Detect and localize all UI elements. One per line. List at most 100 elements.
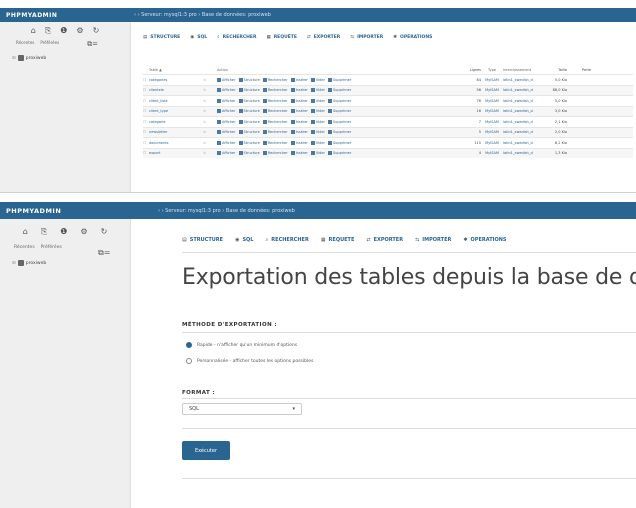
tab-query[interactable]: ▦ REQUÊTE: [321, 237, 355, 243]
favorite-icon[interactable]: ☆: [203, 99, 217, 103]
favorite-icon[interactable]: ☆: [203, 151, 217, 155]
action-2[interactable]: Rechercher: [262, 119, 288, 124]
action-5[interactable]: Supprimer: [327, 77, 351, 82]
radio-quick[interactable]: Rapide - n'afficher qu'un minimum d'opti…: [186, 342, 297, 348]
logout-icon[interactable]: ⎘: [45, 26, 51, 36]
action-0[interactable]: Afficher: [217, 119, 236, 124]
action-4[interactable]: Vider: [310, 77, 325, 82]
action-1[interactable]: Structure: [238, 119, 260, 124]
radio-custom[interactable]: Personnalisée - afficher toutes les opti…: [186, 358, 313, 364]
table-row[interactable]: ☐ client_liste ☆ Afficher Structure Recherche…: [143, 95, 633, 106]
action-4[interactable]: Vider: [310, 140, 325, 145]
tab-sql[interactable]: ◉ SQL: [190, 35, 207, 40]
action-5[interactable]: Supprimer: [327, 88, 351, 93]
radio-button[interactable]: [186, 358, 192, 364]
tree-item-db[interactable]: ⊞ proxiweb: [0, 260, 130, 266]
favorites-link[interactable]: Préférées: [41, 245, 62, 250]
recent-link[interactable]: Récentes: [14, 245, 35, 250]
action-3[interactable]: Insérer: [290, 140, 308, 145]
table-name[interactable]: categorie: [149, 120, 203, 124]
home-icon[interactable]: ⌂: [31, 26, 36, 36]
favorite-icon[interactable]: ☆: [203, 109, 217, 113]
favorite-icon[interactable]: ☆: [203, 78, 217, 82]
tab-structure[interactable]: ▤ STRUCTURE: [182, 237, 223, 243]
logout-icon[interactable]: ⎘: [41, 227, 47, 237]
settings-icon[interactable]: ⚙: [76, 26, 83, 36]
action-1[interactable]: Structure: [238, 77, 260, 82]
action-0[interactable]: Afficher: [217, 88, 236, 93]
action-4[interactable]: Vider: [310, 130, 325, 135]
info-icon[interactable]: ❶: [60, 26, 67, 36]
action-5[interactable]: Supprimer: [327, 109, 351, 114]
tab-export[interactable]: ⇄ EXPORTER: [307, 35, 340, 40]
table-name[interactable]: categories: [149, 78, 203, 82]
action-2[interactable]: Rechercher: [262, 151, 288, 156]
table-row[interactable]: ☐ categorie ☆ Afficher Structure Rechercher In…: [143, 116, 633, 127]
favorites-link[interactable]: Préférées: [40, 40, 59, 49]
favorite-icon[interactable]: ☆: [203, 130, 217, 134]
table-name[interactable]: client_type: [149, 109, 203, 113]
action-2[interactable]: Rechercher: [262, 140, 288, 145]
action-3[interactable]: Insérer: [290, 109, 308, 114]
breadcrumb[interactable]: ‹ › Serveur: mysql1:3 pro › Base de donn…: [134, 12, 271, 18]
table-name[interactable]: documents: [149, 141, 203, 145]
action-5[interactable]: Supprimer: [327, 151, 351, 156]
table-name[interactable]: client_liste: [149, 99, 203, 103]
action-4[interactable]: Vider: [310, 151, 325, 156]
tab-query[interactable]: ▦ REQUÊTE: [266, 35, 297, 40]
action-4[interactable]: Vider: [310, 109, 325, 114]
action-0[interactable]: Afficher: [217, 140, 236, 145]
action-3[interactable]: Insérer: [290, 88, 308, 93]
tab-import[interactable]: ⇆ IMPORTER: [350, 35, 383, 40]
action-2[interactable]: Rechercher: [262, 88, 288, 93]
table-row[interactable]: ☐ documents ☆ Afficher Structure Rechercher In…: [143, 137, 633, 148]
action-5[interactable]: Supprimer: [327, 119, 351, 124]
table-row[interactable]: ☐ categories ☆ Afficher Structure Rechercher I…: [143, 74, 633, 85]
action-1[interactable]: Structure: [238, 98, 260, 103]
info-icon[interactable]: ❶: [60, 227, 67, 237]
action-0[interactable]: Afficher: [217, 151, 236, 156]
action-1[interactable]: Structure: [238, 88, 260, 93]
recent-link[interactable]: Récentes: [16, 40, 34, 49]
action-1[interactable]: Structure: [238, 130, 260, 135]
table-row[interactable]: ☐ client_type ☆ Afficher Structure Rechercher…: [143, 105, 633, 116]
action-3[interactable]: Insérer: [290, 119, 308, 124]
format-select[interactable]: SQL ▾: [182, 403, 302, 415]
submit-button[interactable]: Exécuter: [182, 441, 230, 460]
action-3[interactable]: Insérer: [290, 98, 308, 103]
action-0[interactable]: Afficher: [217, 130, 236, 135]
table-row[interactable]: ☐ export ☆ Afficher Structure Rechercher Insér…: [143, 147, 633, 158]
settings-icon[interactable]: ⚙: [80, 227, 87, 237]
table-name[interactable]: clientele: [149, 88, 203, 92]
action-3[interactable]: Insérer: [290, 151, 308, 156]
action-0[interactable]: Afficher: [217, 77, 236, 82]
table-name[interactable]: newsletter: [149, 130, 203, 134]
radio-button[interactable]: [186, 342, 192, 348]
reload-icon[interactable]: ↻: [101, 227, 108, 237]
table-name[interactable]: export: [149, 151, 203, 155]
favorite-icon[interactable]: ☆: [203, 88, 217, 92]
tab-sql[interactable]: ◉ SQL: [235, 237, 253, 243]
action-2[interactable]: Rechercher: [262, 77, 288, 82]
tab-search[interactable]: ⌕ RECHERCHER: [265, 237, 308, 243]
action-1[interactable]: Structure: [238, 151, 260, 156]
tab-export[interactable]: ⇄ EXPORTER: [366, 237, 403, 243]
action-0[interactable]: Afficher: [217, 98, 236, 103]
table-row[interactable]: ☐ clientele ☆ Afficher Structure Rechercher In…: [143, 84, 633, 95]
tab-operations[interactable]: ✱ OPÉRATIONS: [393, 35, 432, 40]
tree-item-db[interactable]: ⊞ proxiweb: [0, 55, 130, 61]
action-3[interactable]: Insérer: [290, 77, 308, 82]
action-1[interactable]: Structure: [238, 140, 260, 145]
home-icon[interactable]: ⌂: [23, 227, 28, 237]
action-4[interactable]: Vider: [310, 119, 325, 124]
action-0[interactable]: Afficher: [217, 109, 236, 114]
action-2[interactable]: Rechercher: [262, 98, 288, 103]
favorite-icon[interactable]: ☆: [203, 120, 217, 124]
action-3[interactable]: Insérer: [290, 130, 308, 135]
reload-icon[interactable]: ↻: [93, 26, 100, 36]
action-5[interactable]: Supprimer: [327, 98, 351, 103]
action-5[interactable]: Supprimer: [327, 140, 351, 145]
collapse-icon[interactable]: ⧉=: [87, 40, 98, 49]
tab-structure[interactable]: ▤ STRUCTURE: [143, 35, 180, 40]
action-2[interactable]: Rechercher: [262, 130, 288, 135]
